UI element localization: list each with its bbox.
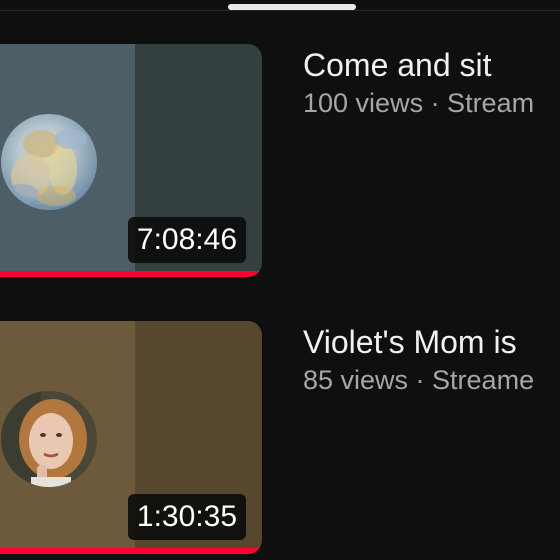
avatar xyxy=(1,391,97,487)
video-subtitle: 100 views · Stream xyxy=(303,88,535,118)
video-thumbnail[interactable]: 7:08:46 xyxy=(0,44,262,277)
video-title[interactable]: Violet's Mom is xyxy=(303,322,560,362)
video-duration-badge: 7:08:46 xyxy=(127,217,246,263)
sheet-drag-handle[interactable] xyxy=(228,4,356,10)
woman-portrait-icon xyxy=(1,391,97,487)
video-list-screen: 7:08:46 Come and sit 100 views · Stream xyxy=(0,0,560,560)
video-thumbnail[interactable]: 1:30:35 xyxy=(0,321,262,554)
video-meta[interactable]: Violet's Mom is 85 views · Streame xyxy=(303,321,560,398)
video-title[interactable]: Come and sit xyxy=(303,45,560,85)
watch-progress-bar xyxy=(0,271,262,277)
top-divider xyxy=(0,10,560,11)
video-duration-badge: 1:30:35 xyxy=(127,494,246,540)
watch-progress-bar xyxy=(0,548,262,554)
blurred-portrait-icon xyxy=(1,114,97,210)
video-subtitle: 85 views · Streame xyxy=(303,365,535,395)
avatar xyxy=(1,114,97,210)
video-list-item[interactable]: 7:08:46 Come and sit 100 views · Stream xyxy=(0,44,560,284)
video-list-item[interactable]: 1:30:35 Violet's Mom is 85 views · Strea… xyxy=(0,321,560,560)
video-meta[interactable]: Come and sit 100 views · Stream xyxy=(303,44,560,121)
